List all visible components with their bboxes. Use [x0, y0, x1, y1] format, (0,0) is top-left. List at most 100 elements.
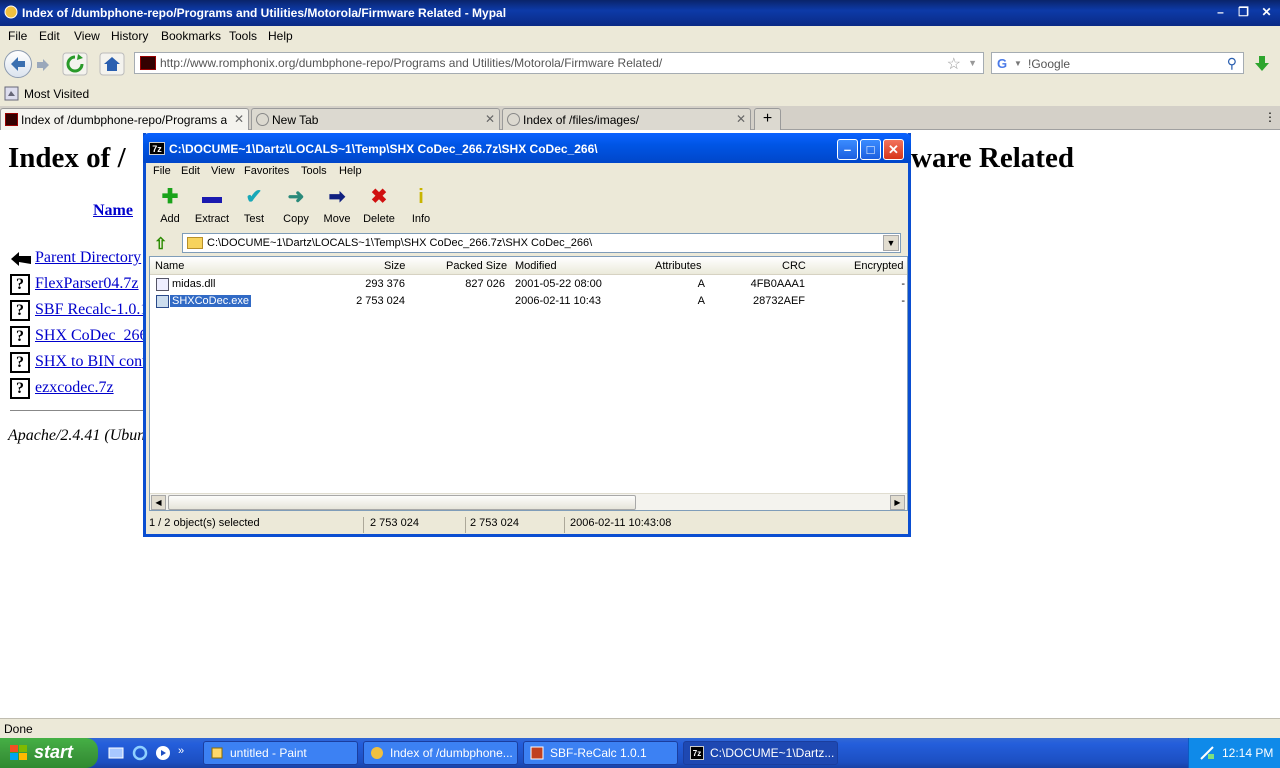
task-label: C:\DOCUME~1\Dartz...: [710, 746, 835, 760]
task-paint[interactable]: untitled - Paint: [203, 741, 358, 765]
file-crc: 28732AEF: [753, 295, 805, 307]
internet-explorer-icon[interactable]: [132, 745, 148, 761]
tab-globe-icon: [256, 113, 269, 126]
column-header-attributes[interactable]: Attributes: [655, 260, 701, 272]
file-link[interactable]: SHX CoDec_266: [35, 327, 147, 345]
table-row[interactable]: midas.dll 293 376 827 026 2001-05-22 08:…: [150, 276, 907, 293]
new-tab-button[interactable]: +: [754, 108, 781, 130]
menu-tools[interactable]: Tools: [229, 29, 257, 43]
path-dropdown-icon[interactable]: ▼: [883, 235, 899, 251]
engine-dropdown-icon[interactable]: ▼: [1014, 59, 1022, 68]
delete-button[interactable]: ✖ Delete: [359, 182, 399, 230]
tab-new-tab[interactable]: New Tab ✕: [251, 108, 500, 130]
tab-index-dumbphone[interactable]: Index of /dumbphone-repo/Programs and ..…: [0, 108, 249, 130]
add-button[interactable]: ✚ Add: [150, 182, 190, 230]
search-icon[interactable]: ⚲: [1227, 55, 1237, 72]
url-text: http://www.romphonix.org/dumbphone-repo/…: [160, 56, 663, 70]
table-row-selected[interactable]: SHXCoDec.exe 2 753 024 2006-02-11 10:43 …: [150, 293, 907, 310]
menu-file[interactable]: File: [8, 29, 27, 43]
parent-directory-link[interactable]: Parent Directory: [35, 249, 141, 267]
show-desktop-icon[interactable]: [108, 745, 124, 761]
file-list-header: Name Size Packed Size Modified Attribute…: [150, 257, 907, 275]
minus-icon: ▬: [202, 186, 222, 208]
most-visited-bookmark[interactable]: Most Visited: [24, 87, 89, 101]
7zip-maximize-button[interactable]: □: [860, 139, 881, 160]
url-bar[interactable]: http://www.romphonix.org/dumbphone-repo/…: [134, 52, 984, 74]
column-header-packed-size[interactable]: Packed Size: [446, 260, 507, 272]
status-divider: [363, 517, 364, 533]
move-button[interactable]: ➡ Move: [317, 182, 357, 230]
minimize-button[interactable]: –: [1210, 3, 1231, 22]
media-player-icon[interactable]: [155, 745, 171, 761]
home-button[interactable]: [99, 52, 125, 76]
search-bar[interactable]: G ▼ !Google ⚲: [991, 52, 1244, 74]
browser-title-bar[interactable]: Index of /dumbphone-repo/Programs and Ut…: [0, 0, 1280, 26]
zip-menu-view[interactable]: View: [211, 165, 235, 177]
menu-edit[interactable]: Edit: [39, 29, 60, 43]
google-search-engine-icon[interactable]: G: [997, 56, 1007, 71]
test-button[interactable]: ✔ Test: [234, 182, 274, 230]
file-link[interactable]: SBF Recalc-1.0.1: [35, 301, 148, 319]
task-browser[interactable]: Index of /dumbphone...: [363, 741, 518, 765]
7zip-close-button[interactable]: ✕: [883, 139, 904, 160]
folder-up-icon[interactable]: ⇧: [154, 234, 172, 253]
copy-button[interactable]: ➜ Copy: [276, 182, 316, 230]
menu-view[interactable]: View: [74, 29, 100, 43]
reload-button[interactable]: [62, 52, 88, 76]
clock[interactable]: 12:14 PM: [1222, 746, 1273, 760]
column-header-name[interactable]: Name: [155, 260, 184, 272]
tab-favicon: [5, 113, 18, 126]
forward-button[interactable]: [34, 56, 52, 74]
menu-help[interactable]: Help: [268, 29, 293, 43]
bookmark-star-icon[interactable]: ☆: [947, 54, 961, 74]
file-link[interactable]: FlexParser04.7z: [35, 275, 139, 293]
horizontal-scrollbar[interactable]: ◀ ▶: [150, 493, 907, 510]
zip-menu-edit[interactable]: Edit: [181, 165, 200, 177]
name-column-link[interactable]: Name: [93, 202, 133, 220]
zip-menu-help[interactable]: Help: [339, 165, 362, 177]
scroll-left-icon[interactable]: ◀: [151, 495, 166, 510]
column-header-encrypted[interactable]: Encrypted: [854, 260, 904, 272]
status-text: Done: [4, 722, 33, 736]
quick-launch-expand-icon[interactable]: »: [178, 745, 194, 761]
zip-menu-file[interactable]: File: [153, 165, 171, 177]
task-7zip[interactable]: 7z C:\DOCUME~1\Dartz...: [683, 741, 838, 765]
file-link[interactable]: SHX to BIN conv: [35, 353, 150, 371]
back-button[interactable]: [4, 50, 32, 78]
7zip-title-bar[interactable]: 7z C:\DOCUME~1\Dartz\LOCALS~1\Temp\SHX C…: [143, 133, 911, 163]
path-combo-box[interactable]: C:\DOCUME~1\Dartz\LOCALS~1\Temp\SHX CoDe…: [182, 233, 901, 253]
column-header-modified[interactable]: Modified: [515, 260, 557, 272]
back-arrow-icon: [11, 57, 25, 71]
list-all-tabs-icon[interactable]: ⋮⋮: [1264, 110, 1280, 124]
zip-menu-favorites[interactable]: Favorites: [244, 165, 289, 177]
start-button[interactable]: start: [0, 738, 98, 768]
zip-menu-tools[interactable]: Tools: [301, 165, 327, 177]
restore-button[interactable]: ❐: [1233, 3, 1254, 22]
url-dropdown-icon[interactable]: ▼: [968, 58, 977, 68]
column-header-crc[interactable]: CRC: [782, 260, 806, 272]
file-link[interactable]: ezxcodec.7z: [35, 379, 114, 397]
menu-history[interactable]: History: [111, 29, 148, 43]
task-sbf-recalc[interactable]: SBF-ReCalc 1.0.1: [523, 741, 678, 765]
column-header-size[interactable]: Size: [384, 260, 405, 272]
tab-label: Index of /files/images/: [523, 113, 640, 127]
info-label: Info: [411, 213, 431, 225]
scroll-right-icon[interactable]: ▶: [890, 495, 905, 510]
plus-icon: ✚: [161, 186, 179, 208]
scrollbar-thumb[interactable]: [168, 495, 636, 510]
close-button[interactable]: ✕: [1256, 3, 1277, 22]
file-name: SHXCoDec.exe: [170, 295, 252, 307]
tab-index-files-images[interactable]: Index of /files/images/ ✕: [502, 108, 751, 130]
tab-close-icon[interactable]: ✕: [736, 112, 746, 126]
unknown-file-icon: ?: [10, 300, 30, 321]
test-label: Test: [243, 213, 265, 225]
tab-close-icon[interactable]: ✕: [234, 112, 244, 126]
browser-status-bar: Done: [0, 718, 1280, 738]
extract-button[interactable]: ▬ Extract: [192, 182, 232, 230]
tab-close-icon[interactable]: ✕: [485, 112, 495, 126]
network-icon[interactable]: [1199, 745, 1215, 761]
7zip-minimize-button[interactable]: –: [837, 139, 858, 160]
downloads-arrow-icon[interactable]: [1252, 54, 1272, 74]
info-button[interactable]: i Info: [401, 182, 441, 230]
menu-bookmarks[interactable]: Bookmarks: [161, 29, 221, 43]
